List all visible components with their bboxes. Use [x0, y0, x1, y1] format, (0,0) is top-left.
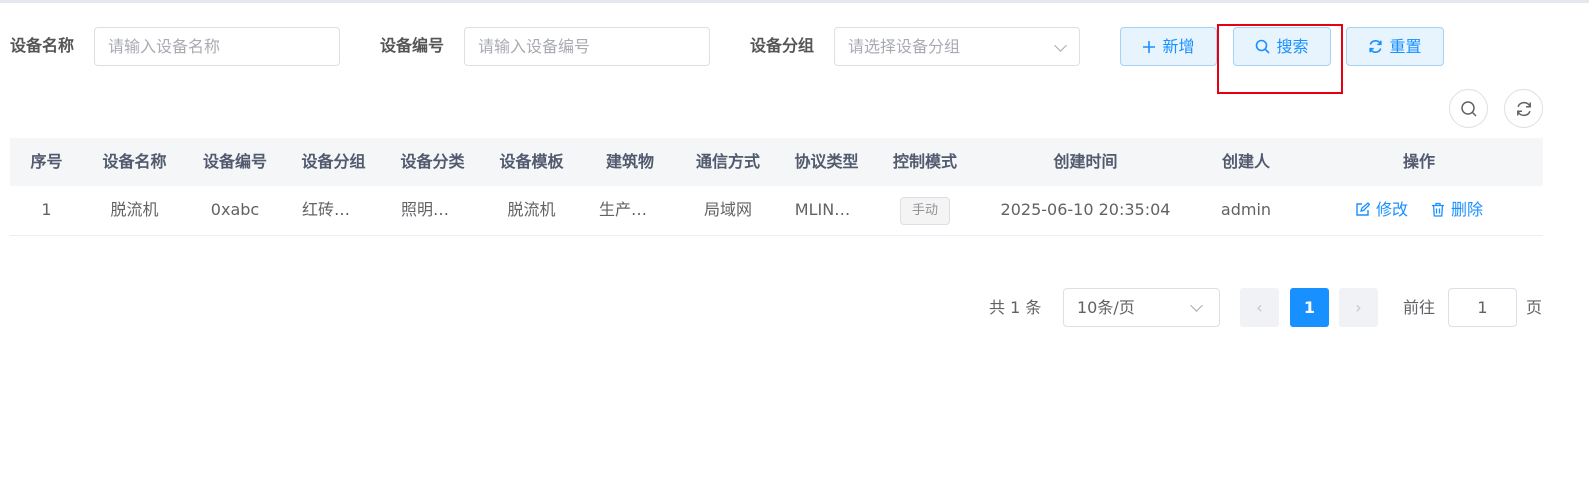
- cell-created-at: 2025-06-10 20:35:04: [1000, 200, 1171, 219]
- refresh-button[interactable]: [1504, 89, 1543, 128]
- cell-device-name: 脱流机: [110, 200, 159, 219]
- chevron-right-icon: ›: [1355, 298, 1362, 317]
- cell-building: 生产…: [598, 200, 647, 219]
- device-table: 序号 设备名称 设备编号 设备分组 设备分类 设备模板 建筑物 通信方式 协议类…: [10, 138, 1543, 236]
- page-number-current[interactable]: 1: [1290, 288, 1329, 327]
- device-code-label: 设备编号: [380, 36, 445, 55]
- device-group-select[interactable]: 请选择设备分组: [834, 27, 1080, 66]
- cell-actions: 修改 删除: [1295, 186, 1543, 235]
- header-device-code: 设备编号: [202, 152, 267, 171]
- plus-icon: [1143, 41, 1156, 53]
- refresh-icon: [1369, 40, 1383, 53]
- trash-icon: [1432, 202, 1445, 217]
- header-creator: 创建人: [1221, 152, 1270, 171]
- refresh-icon: [1517, 101, 1531, 117]
- reset-button-label: 重置: [1389, 37, 1422, 56]
- reset-button[interactable]: 重置: [1346, 27, 1444, 66]
- search-icon: [1461, 101, 1477, 117]
- chevron-left-icon: ‹: [1256, 298, 1263, 317]
- cell-creator: admin: [1220, 200, 1272, 219]
- cell-control-mode: 手动: [876, 186, 974, 235]
- header-device-category: 设备分类: [400, 152, 465, 171]
- chevron-down-icon: [1054, 39, 1067, 52]
- cell-protocol-type: MLIN…: [794, 200, 851, 219]
- header-control-mode: 控制模式: [892, 152, 957, 171]
- header-protocol-type: 协议类型: [794, 152, 859, 171]
- add-button-label: 新增: [1162, 37, 1195, 56]
- pagination-total: 共 1 条: [989, 298, 1042, 317]
- cell-device-template: 脱流机: [507, 200, 556, 219]
- header-device-group: 设备分组: [301, 152, 366, 171]
- toggle-search-button[interactable]: [1449, 89, 1488, 128]
- control-mode-tag: 手动: [899, 196, 950, 225]
- goto-label: 前往: [1403, 298, 1436, 317]
- cell-comm-method: 局域网: [703, 200, 752, 219]
- chevron-down-icon: [1190, 299, 1203, 312]
- header-device-template: 设备模板: [499, 152, 564, 171]
- device-group-label: 设备分组: [750, 36, 815, 55]
- cell-index: 1: [41, 200, 52, 219]
- header-actions: 操作: [1402, 152, 1435, 171]
- cell-device-group: 红砖…: [301, 200, 350, 219]
- header-created-at: 创建时间: [1053, 152, 1118, 171]
- header-building: 建筑物: [605, 152, 654, 171]
- top-border: [0, 0, 1589, 3]
- delete-button[interactable]: 删除: [1431, 200, 1483, 219]
- header-device-name: 设备名称: [102, 152, 167, 171]
- prev-page-button[interactable]: ‹: [1240, 288, 1279, 327]
- edit-button[interactable]: 修改: [1355, 200, 1408, 219]
- page-size-select[interactable]: 10条/页: [1063, 288, 1220, 327]
- table-header: 序号 设备名称 设备编号 设备分组 设备分类 设备模板 建筑物 通信方式 协议类…: [10, 138, 1543, 186]
- edit-label: 修改: [1375, 200, 1408, 219]
- device-name-label: 设备名称: [10, 36, 75, 55]
- goto-page-input[interactable]: 1: [1448, 288, 1517, 327]
- cell-device-category: 照明…: [400, 200, 449, 219]
- page-suffix-label: 页: [1526, 298, 1543, 317]
- cell-device-code: 0xabc: [210, 200, 260, 219]
- device-name-input[interactable]: 请输入设备名称: [94, 27, 340, 66]
- edit-icon: [1356, 202, 1371, 216]
- header-index: 序号: [30, 152, 63, 171]
- table-row: 1 脱流机 0xabc 红砖… 照明… 脱流机 生产… 局域网 MLIN… 手动…: [10, 186, 1543, 236]
- device-code-input[interactable]: 请输入设备编号: [464, 27, 710, 66]
- header-comm-method: 通信方式: [695, 152, 760, 171]
- page-size-value: 10条/页: [1077, 298, 1135, 317]
- next-page-button[interactable]: ›: [1339, 288, 1378, 327]
- highlight-box: [1217, 24, 1343, 94]
- add-button[interactable]: 新增: [1120, 27, 1217, 66]
- device-group-placeholder: 请选择设备分组: [848, 37, 961, 56]
- delete-label: 删除: [1451, 200, 1484, 219]
